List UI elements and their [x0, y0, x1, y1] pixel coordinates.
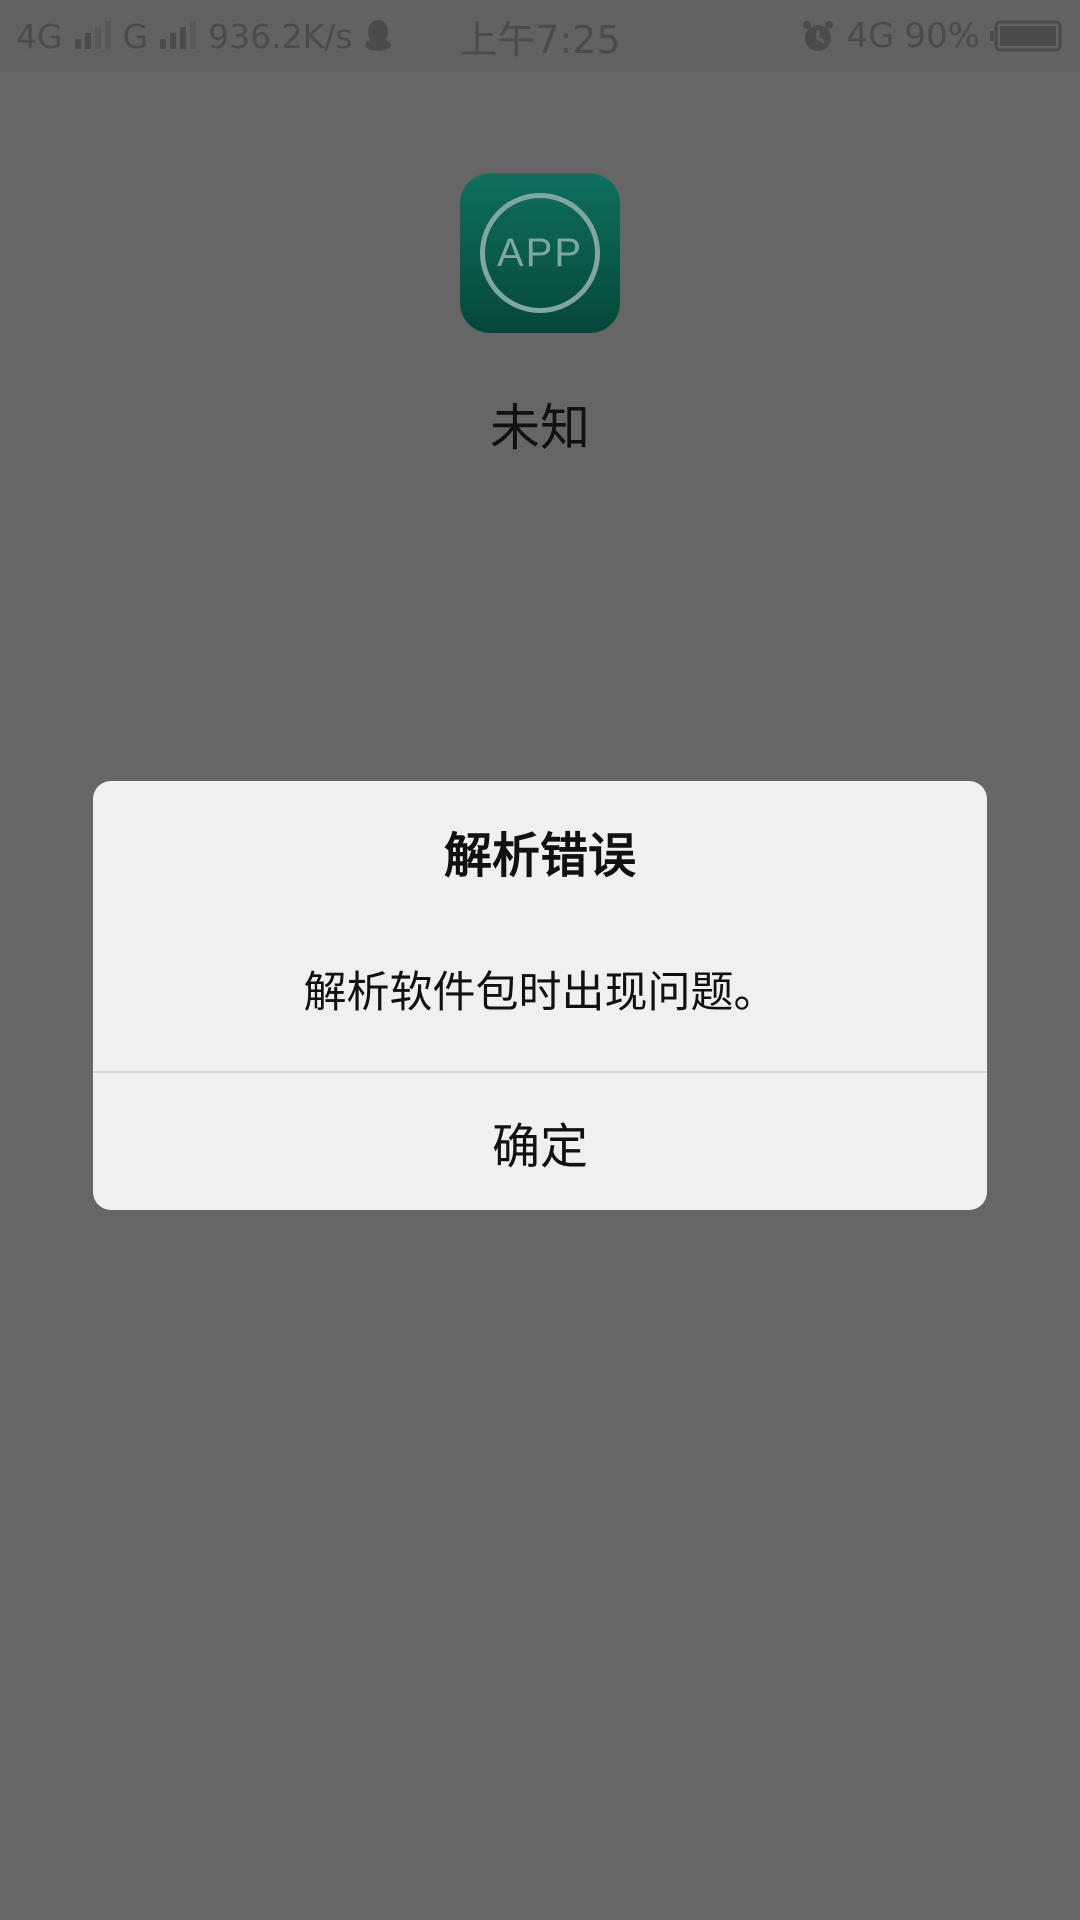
app-name: 未知 — [490, 399, 590, 457]
battery-icon — [990, 20, 1062, 52]
dialog-title: 解析错误 — [443, 828, 636, 884]
status-right: 4G 90% — [800, 0, 1062, 72]
battery-percent: 90% — [904, 16, 980, 56]
alarm-icon — [803, 21, 834, 51]
parse-error-dialog: 解析错误 解析软件包时出现问题。 确定 — [93, 781, 987, 1210]
app-icon-label: APP — [480, 193, 600, 313]
status-bar: 4G G 936.2K/s 上午7:25 4G 90% — [0, 0, 1080, 72]
ok-button[interactable]: 确定 — [93, 1073, 987, 1210]
dialog-message: 解析软件包时出现问题。 — [303, 968, 777, 1018]
app-icon: APP — [460, 173, 620, 333]
network-type-right: 4G — [846, 16, 895, 56]
